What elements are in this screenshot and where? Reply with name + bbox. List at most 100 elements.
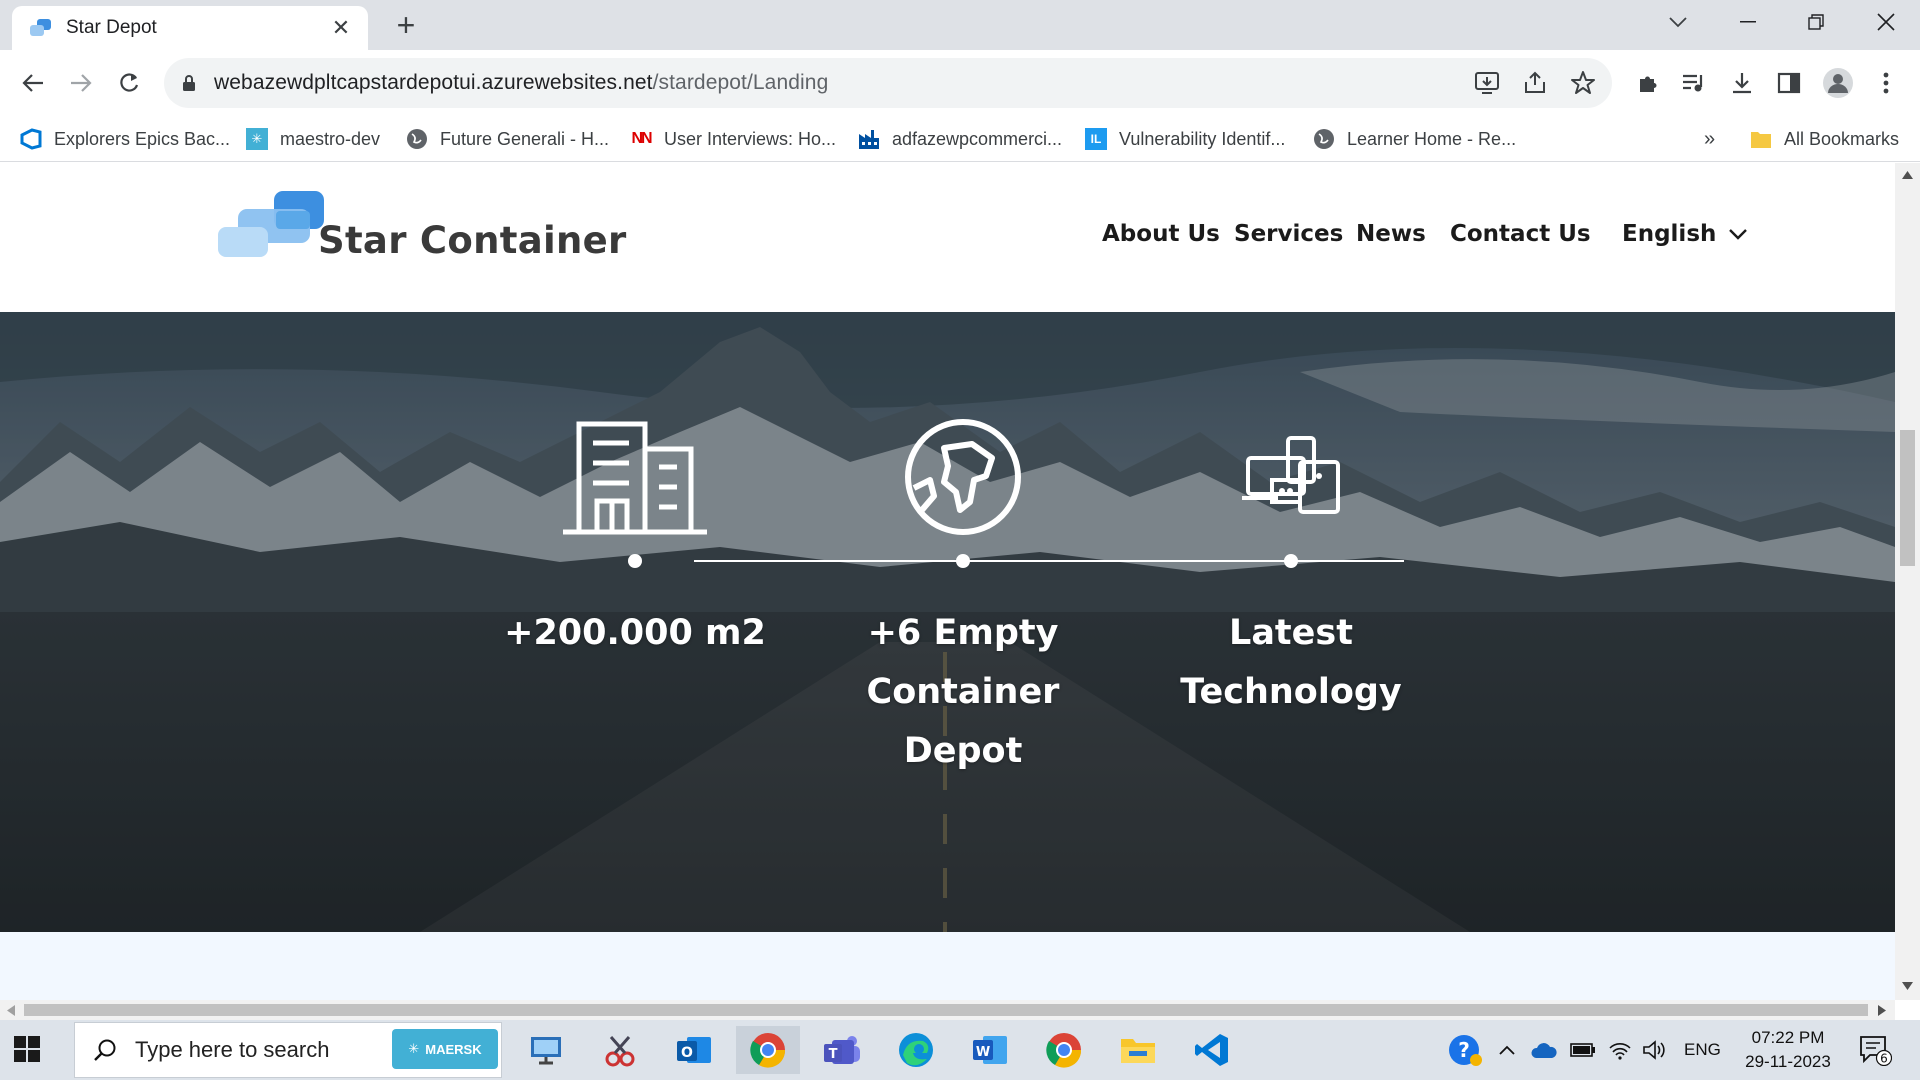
bookmark-label: Vulnerability Identif... [1119, 128, 1286, 149]
bookmark-future-generali[interactable]: Future Generali - H... [406, 124, 609, 154]
globe-africa-icon [905, 419, 1021, 535]
bookmark-user-interviews[interactable]: NN User Interviews: Ho... [630, 124, 836, 154]
horizontal-scroll-thumb[interactable] [24, 1004, 1868, 1016]
bookmark-explorers-epics[interactable]: Explorers Epics Bac... [20, 124, 230, 154]
nav-about-us[interactable]: About Us [1102, 221, 1220, 247]
restore-icon[interactable] [1788, 0, 1844, 44]
bookmark-maestro-dev[interactable]: ✳ maestro-dev [246, 124, 380, 154]
feature-title-area: +200.000 m2 [504, 613, 766, 653]
forward-icon[interactable] [62, 64, 100, 102]
nav-news[interactable]: News [1356, 221, 1426, 247]
page-viewport: Star Container About Us Services News Co… [0, 163, 1895, 1000]
language-selector[interactable]: English [1622, 221, 1748, 247]
extensions-icon[interactable] [1632, 67, 1664, 99]
il-logo-icon: IL [1085, 128, 1107, 150]
profile-avatar-icon[interactable] [1822, 67, 1854, 99]
tab-star-depot[interactable]: Star Depot ✕ [12, 6, 368, 50]
tab-strip: Star Depot ✕ + [0, 0, 1920, 50]
timeline-dot [628, 554, 642, 568]
scroll-up-arrow-icon[interactable] [1902, 171, 1913, 179]
address-bar[interactable]: webazewdpltcapstardepotui.azurewebsites.… [164, 58, 1612, 108]
globe-icon [406, 128, 428, 150]
maersk-label: MAERSK [425, 1041, 482, 1057]
help-tips-icon[interactable]: ? [1448, 1020, 1484, 1080]
chrome-icon[interactable] [1032, 1026, 1096, 1074]
timeline [628, 554, 1404, 568]
chevron-down-icon [1729, 229, 1748, 240]
scroll-down-arrow-icon[interactable] [1902, 982, 1913, 990]
all-bookmarks-label: All Bookmarks [1784, 128, 1900, 149]
show-hidden-icons-icon[interactable] [1498, 1020, 1516, 1080]
timeline-dot [956, 554, 970, 568]
lock-icon [183, 75, 195, 91]
bookmark-vulnerability[interactable]: IL Vulnerability Identif... [1085, 124, 1285, 154]
bookmark-learner-home[interactable]: Learner Home - Re... [1313, 124, 1516, 154]
reload-icon[interactable] [110, 64, 148, 102]
feature-title-technology: Latest Technology [1180, 613, 1402, 712]
tab-search-chevron-icon[interactable] [1650, 0, 1706, 44]
maersk-star-icon: ✳ [246, 128, 268, 150]
search-placeholder: Type here to search [135, 1037, 330, 1062]
remote-desktop-icon[interactable] [514, 1026, 578, 1074]
file-explorer-icon[interactable] [1106, 1026, 1170, 1074]
back-icon[interactable] [14, 64, 52, 102]
folder-icon [1750, 128, 1772, 150]
teams-icon[interactable]: T [810, 1026, 874, 1074]
media-queue-icon[interactable] [1678, 67, 1710, 99]
nav-services[interactable]: Services [1234, 221, 1343, 247]
hero-section: +200.000 m2 +6 Empty Container Depot Lat… [0, 312, 1895, 932]
vertical-scrollbar[interactable] [1895, 163, 1920, 1000]
windows-start-icon[interactable] [14, 1036, 40, 1062]
bookmarks-overflow-icon[interactable]: » [1704, 124, 1715, 154]
outlook-icon[interactable]: O [662, 1026, 726, 1074]
onedrive-icon[interactable] [1530, 1020, 1558, 1080]
factory-icon [858, 128, 880, 150]
url-host: webazewdpltcapstardepotui.azurewebsites.… [214, 71, 653, 94]
install-app-icon[interactable] [1474, 70, 1500, 96]
bookmark-label: Explorers Epics Bac... [54, 128, 231, 149]
maersk-search-badge[interactable]: ✳ MAERSK [392, 1029, 498, 1069]
edge-icon[interactable] [884, 1026, 948, 1074]
share-icon[interactable] [1522, 70, 1548, 96]
close-tab-icon[interactable]: ✕ [328, 15, 354, 41]
notification-center-icon[interactable]: 6 [1858, 1020, 1892, 1080]
clock-time: 07:22 PM [1751, 1028, 1825, 1047]
bookmark-star-icon[interactable] [1570, 70, 1596, 96]
snipping-tool-icon[interactable] [588, 1026, 652, 1074]
bookmark-label: Learner Home - Re... [1347, 128, 1517, 149]
side-panel-icon[interactable] [1773, 67, 1805, 99]
battery-icon[interactable] [1570, 1020, 1596, 1080]
browser-menu-icon[interactable] [1870, 67, 1902, 99]
taskbar-clock[interactable]: 07:22 PM 29-11-2023 [1728, 1026, 1848, 1074]
minimize-icon[interactable] [1720, 0, 1776, 44]
bookmark-label: User Interviews: Ho... [664, 128, 837, 149]
bookmark-label: Future Generali - H... [440, 128, 610, 149]
brand-name[interactable]: Star Container [318, 219, 627, 262]
nav-contact-us[interactable]: Contact Us [1450, 221, 1591, 247]
building-icon [563, 421, 707, 535]
all-bookmarks-button[interactable]: All Bookmarks [1750, 124, 1899, 154]
language-indicator[interactable]: ENG [1684, 1020, 1721, 1080]
windows-taskbar: Type here to search ✳ MAERSK O T W ? ENG… [0, 1020, 1920, 1080]
wifi-icon[interactable] [1608, 1020, 1632, 1080]
close-window-icon[interactable] [1858, 0, 1914, 44]
scroll-right-arrow-icon[interactable] [1878, 1005, 1886, 1016]
notification-count: 6 [1880, 1052, 1888, 1066]
language-label: English [1622, 221, 1717, 247]
bookmark-adfazewpcommerci[interactable]: adfazewpcommerci... [858, 124, 1062, 154]
url-path: /stardepot/Landing [652, 71, 829, 94]
search-icon [94, 1039, 116, 1061]
vertical-scroll-thumb[interactable] [1900, 430, 1915, 566]
clock-date: 29-11-2023 [1745, 1052, 1831, 1071]
svg-text:O: O [681, 1045, 693, 1061]
downloads-icon[interactable] [1726, 67, 1758, 99]
chrome-icon[interactable] [736, 1026, 800, 1074]
horizontal-scrollbar[interactable] [0, 1000, 1895, 1020]
vscode-icon[interactable] [1180, 1026, 1244, 1074]
scroll-left-arrow-icon[interactable] [7, 1005, 15, 1016]
nn-logo-icon: NN [631, 130, 652, 147]
word-icon[interactable]: W [958, 1026, 1022, 1074]
volume-icon[interactable] [1642, 1020, 1666, 1080]
timeline-dot [1284, 554, 1298, 568]
new-tab-button[interactable]: + [390, 8, 422, 42]
